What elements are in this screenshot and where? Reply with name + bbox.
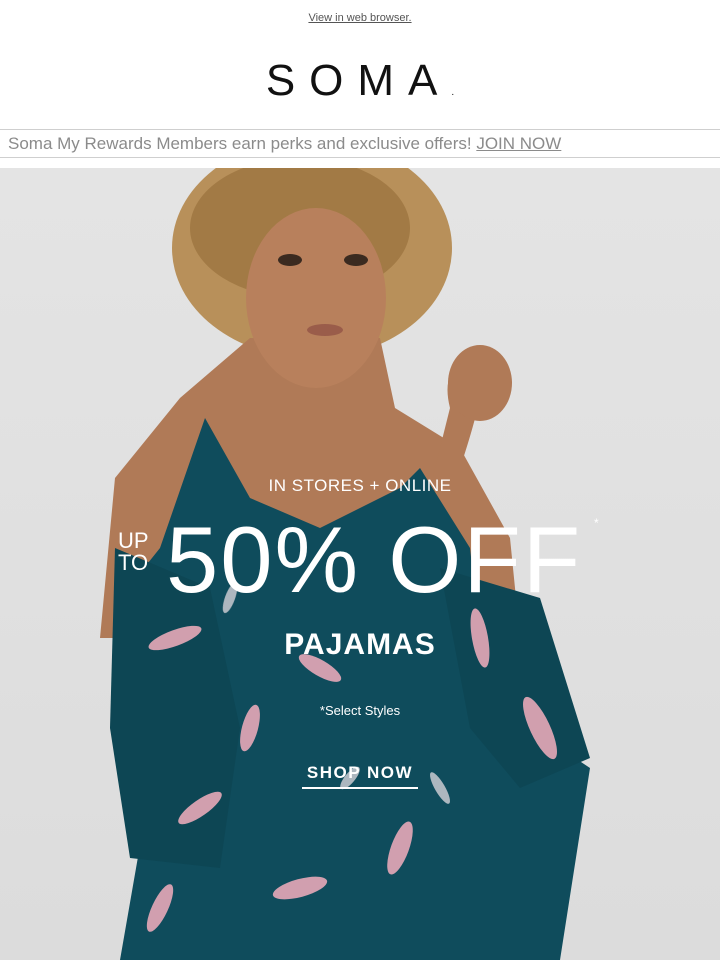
channel-text: IN STORES + ONLINE — [268, 476, 452, 495]
logo-mark: . — [451, 87, 455, 98]
select-styles-disclaimer: *Select Styles — [319, 703, 401, 718]
join-now-link[interactable]: JOIN NOW — [476, 134, 561, 153]
up-to-text: UP TO — [118, 530, 149, 574]
discount-asterisk: * — [594, 516, 599, 530]
up-to-line-2: TO — [118, 550, 149, 575]
discount-headline: 50% OFF — [166, 507, 583, 612]
logo-text: SOMA — [265, 56, 452, 105]
view-in-browser-link[interactable]: View in web browser. — [0, 12, 720, 24]
rewards-text: Soma My Rewards Members earn perks and e… — [8, 134, 477, 153]
up-to-line-1: UP — [118, 528, 149, 553]
category-title: PAJAMAS — [284, 628, 436, 661]
soma-logo[interactable]: SOMA. — [0, 56, 720, 106]
hero-banner[interactable]: IN STORES + ONLINE UP TO 50% OFF * PAJAM… — [0, 168, 720, 960]
shop-now-button[interactable]: SHOP NOW — [302, 763, 418, 789]
hero-overlay: IN STORES + ONLINE UP TO 50% OFF * PAJAM… — [0, 168, 720, 960]
rewards-banner: Soma My Rewards Members earn perks and e… — [0, 129, 720, 158]
